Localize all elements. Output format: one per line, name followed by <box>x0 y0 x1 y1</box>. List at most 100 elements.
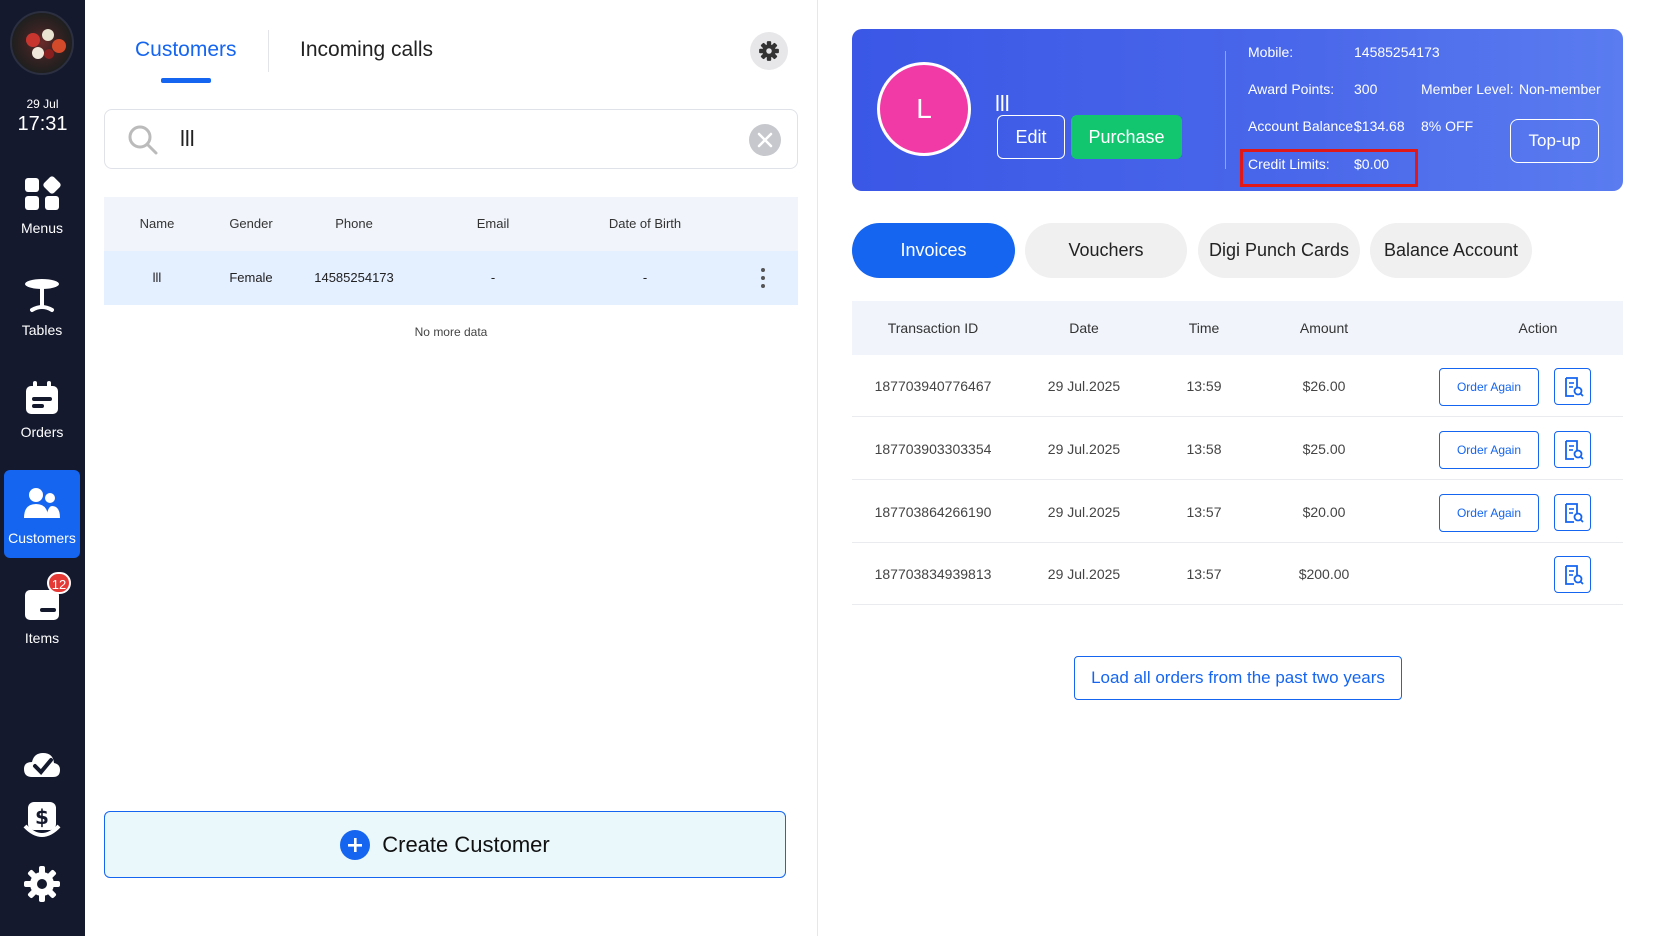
cell-amount: $200.00 <box>1298 565 1350 582</box>
load-all-orders-button[interactable]: Load all orders from the past two years <box>1074 656 1402 700</box>
sidebar-item-menus[interactable]: Menus <box>4 160 80 248</box>
receipt-search-icon <box>1564 439 1584 460</box>
column-header-amount: Amount <box>1299 320 1349 336</box>
sidebar-item-label: Items <box>24 630 60 646</box>
gear-icon <box>759 41 779 61</box>
svg-text:$: $ <box>35 805 49 829</box>
mobile-label: Mobile: <box>1248 44 1294 60</box>
cell-time: 13:57 <box>1186 503 1222 520</box>
member-level-value: Non-member <box>1519 81 1601 97</box>
order-again-button[interactable]: Order Again <box>1439 368 1539 406</box>
account-balance-value: $134.68 <box>1354 118 1405 134</box>
customers-icon <box>24 488 60 518</box>
tab-active-indicator <box>161 78 211 83</box>
column-header-dob: Date of Birth <box>608 216 682 231</box>
table-row: 187703864266190 29 Jul.2025 13:57 $20.00… <box>852 481 1623 543</box>
sidebar-item-orders[interactable]: Orders <box>4 364 80 452</box>
customer-name: lll <box>995 91 1010 116</box>
customer-list-panel: Customers Incoming calls lll Name Gender… <box>85 0 818 936</box>
sidebar-time: 17:31 <box>17 113 68 135</box>
order-again-button[interactable]: Order Again <box>1439 431 1539 469</box>
discount-value: 8% OFF <box>1421 118 1474 134</box>
restaurant-logo <box>10 11 74 75</box>
view-receipt-button[interactable] <box>1554 431 1591 468</box>
tab-digi-punch-cards[interactable]: Digi Punch Cards <box>1198 223 1360 278</box>
cell-time: 13:58 <box>1186 440 1222 457</box>
create-customer-label: Create Customer <box>382 831 550 857</box>
order-again-button[interactable]: Order Again <box>1439 494 1539 532</box>
row-more-menu-icon[interactable] <box>758 266 768 290</box>
cell-dob: - <box>642 270 648 285</box>
view-receipt-button[interactable] <box>1554 556 1591 593</box>
top-up-button[interactable]: Top-up <box>1510 119 1599 163</box>
sidebar-item-label: Customers <box>8 530 76 546</box>
no-more-data-text: No more data <box>414 325 488 339</box>
member-level-label: Member Level: <box>1421 81 1514 97</box>
view-receipt-button[interactable] <box>1554 494 1591 531</box>
cell-transaction-id: 187703864266190 <box>874 503 992 520</box>
items-badge: 12 <box>47 572 71 594</box>
sidebar-item-items[interactable]: 12 Items <box>4 570 80 658</box>
menus-icon <box>25 176 61 210</box>
cell-email: - <box>490 270 496 285</box>
column-header-time: Time <box>1188 320 1220 336</box>
sidebar-item-customers[interactable]: Customers <box>4 470 80 558</box>
table-row: 187703834939813 29 Jul.2025 13:57 $200.0… <box>852 543 1623 605</box>
list-settings-button[interactable] <box>750 32 788 70</box>
mobile-value: 14585254173 <box>1354 44 1440 60</box>
close-icon <box>757 132 773 148</box>
sidebar-date: 29 Jul <box>26 97 59 111</box>
cell-gender: Female <box>229 270 273 285</box>
invoice-table-header: Transaction ID Date Time Amount Action <box>852 301 1623 355</box>
tab-divider <box>268 30 269 72</box>
table-row[interactable]: lll Female 14585254173 - - <box>104 251 798 305</box>
create-customer-button[interactable]: Create Customer <box>104 811 786 878</box>
tab-customers[interactable]: Customers <box>135 38 237 62</box>
cell-date: 29 Jul.2025 <box>1047 440 1121 457</box>
edit-button[interactable]: Edit <box>997 115 1065 159</box>
sidebar: 29 Jul 17:31 Menus Tables Orders Custome… <box>0 0 85 936</box>
search-value: lll <box>180 126 195 151</box>
tab-incoming-calls[interactable]: Incoming calls <box>300 38 433 62</box>
search-input[interactable]: lll <box>104 109 798 169</box>
customer-table-header: Name Gender Phone Email Date of Birth <box>104 197 798 251</box>
cell-date: 29 Jul.2025 <box>1047 377 1121 394</box>
cell-time: 13:57 <box>1186 565 1222 582</box>
cloud-check-icon[interactable] <box>22 745 62 785</box>
view-receipt-button[interactable] <box>1554 368 1591 405</box>
card-divider <box>1225 51 1226 169</box>
tab-vouchers[interactable]: Vouchers <box>1025 223 1187 278</box>
cell-date: 29 Jul.2025 <box>1047 565 1121 582</box>
cell-name: lll <box>152 270 162 285</box>
cell-date: 29 Jul.2025 <box>1047 503 1121 520</box>
customer-detail-panel: L lll Edit Purchase Mobile: 14585254173 … <box>818 0 1661 936</box>
tab-invoices[interactable]: Invoices <box>852 223 1015 278</box>
cell-amount: $20.00 <box>1302 503 1346 520</box>
cell-transaction-id: 187703940776467 <box>874 377 992 394</box>
sidebar-item-tables[interactable]: Tables <box>4 262 80 350</box>
avatar: L <box>877 62 971 156</box>
cell-amount: $26.00 <box>1302 377 1346 394</box>
column-header-phone: Phone <box>335 216 373 231</box>
search-icon <box>128 125 158 155</box>
purchase-button[interactable]: Purchase <box>1071 115 1182 159</box>
cell-amount: $25.00 <box>1302 440 1346 457</box>
column-header-gender: Gender <box>229 216 273 231</box>
column-header-date: Date <box>1069 320 1099 336</box>
column-header-name: Name <box>139 216 175 231</box>
column-header-transaction-id: Transaction ID <box>887 320 979 336</box>
table-row: 187703903303354 29 Jul.2025 13:58 $25.00… <box>852 418 1623 480</box>
sidebar-item-label: Menus <box>20 220 64 236</box>
column-header-action: Action <box>1518 320 1558 336</box>
clear-search-button[interactable] <box>749 124 781 156</box>
cell-time: 13:59 <box>1186 377 1222 394</box>
cell-transaction-id: 187703834939813 <box>874 565 992 582</box>
receipt-search-icon <box>1564 502 1584 523</box>
orders-icon <box>26 381 58 414</box>
settings-icon[interactable] <box>22 864 62 904</box>
cash-icon[interactable]: $ <box>22 800 62 840</box>
tab-balance-account[interactable]: Balance Account <box>1370 223 1532 278</box>
table-row: 187703940776467 29 Jul.2025 13:59 $26.00… <box>852 355 1623 417</box>
cell-phone: 14585254173 <box>314 270 394 285</box>
plus-icon <box>340 829 371 860</box>
